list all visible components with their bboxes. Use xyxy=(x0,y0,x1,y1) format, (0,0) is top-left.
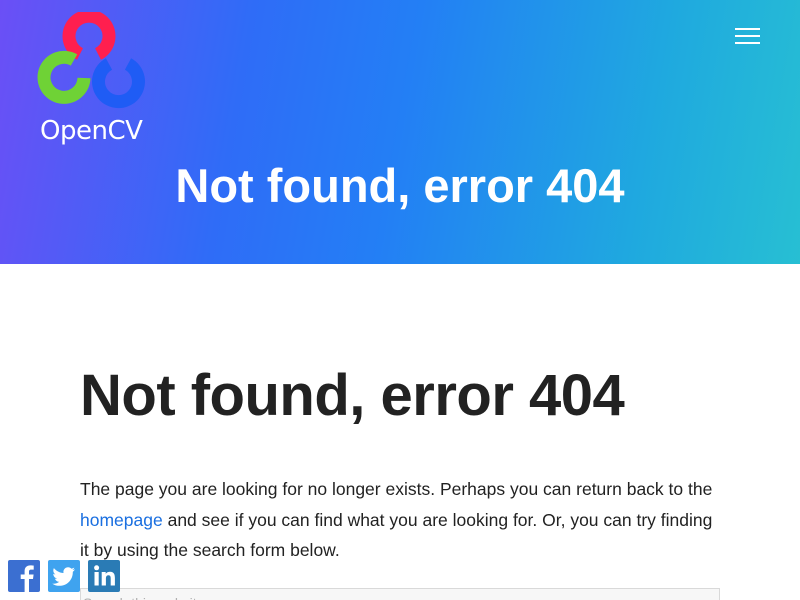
twitter-icon xyxy=(48,560,80,592)
logo-wordmark: OpenCV xyxy=(40,116,143,146)
linkedin-icon xyxy=(88,560,120,592)
twitter-share-button[interactable] xyxy=(48,560,80,592)
site-header: OpenCV Not found, error 404 xyxy=(0,0,800,264)
opencv-logo-icon xyxy=(37,12,145,109)
linkedin-share-button[interactable] xyxy=(88,560,120,592)
facebook-share-button[interactable] xyxy=(8,560,40,592)
main-content: Not found, error 404 The page you are lo… xyxy=(80,362,720,566)
intro-text-before: The page you are looking for no longer e… xyxy=(80,479,713,499)
page-title: Not found, error 404 xyxy=(80,363,625,428)
opencv-logo-link[interactable]: OpenCV xyxy=(36,12,146,152)
intro-text-after: and see if you can find what you are loo… xyxy=(80,509,713,561)
hero-title: Not found, error 404 xyxy=(175,159,625,212)
hamburger-menu-icon[interactable] xyxy=(728,22,766,50)
facebook-icon xyxy=(8,560,40,592)
search-input[interactable] xyxy=(80,588,720,600)
homepage-link[interactable]: homepage xyxy=(80,510,163,530)
intro-paragraph: The page you are looking for no longer e… xyxy=(80,474,720,566)
